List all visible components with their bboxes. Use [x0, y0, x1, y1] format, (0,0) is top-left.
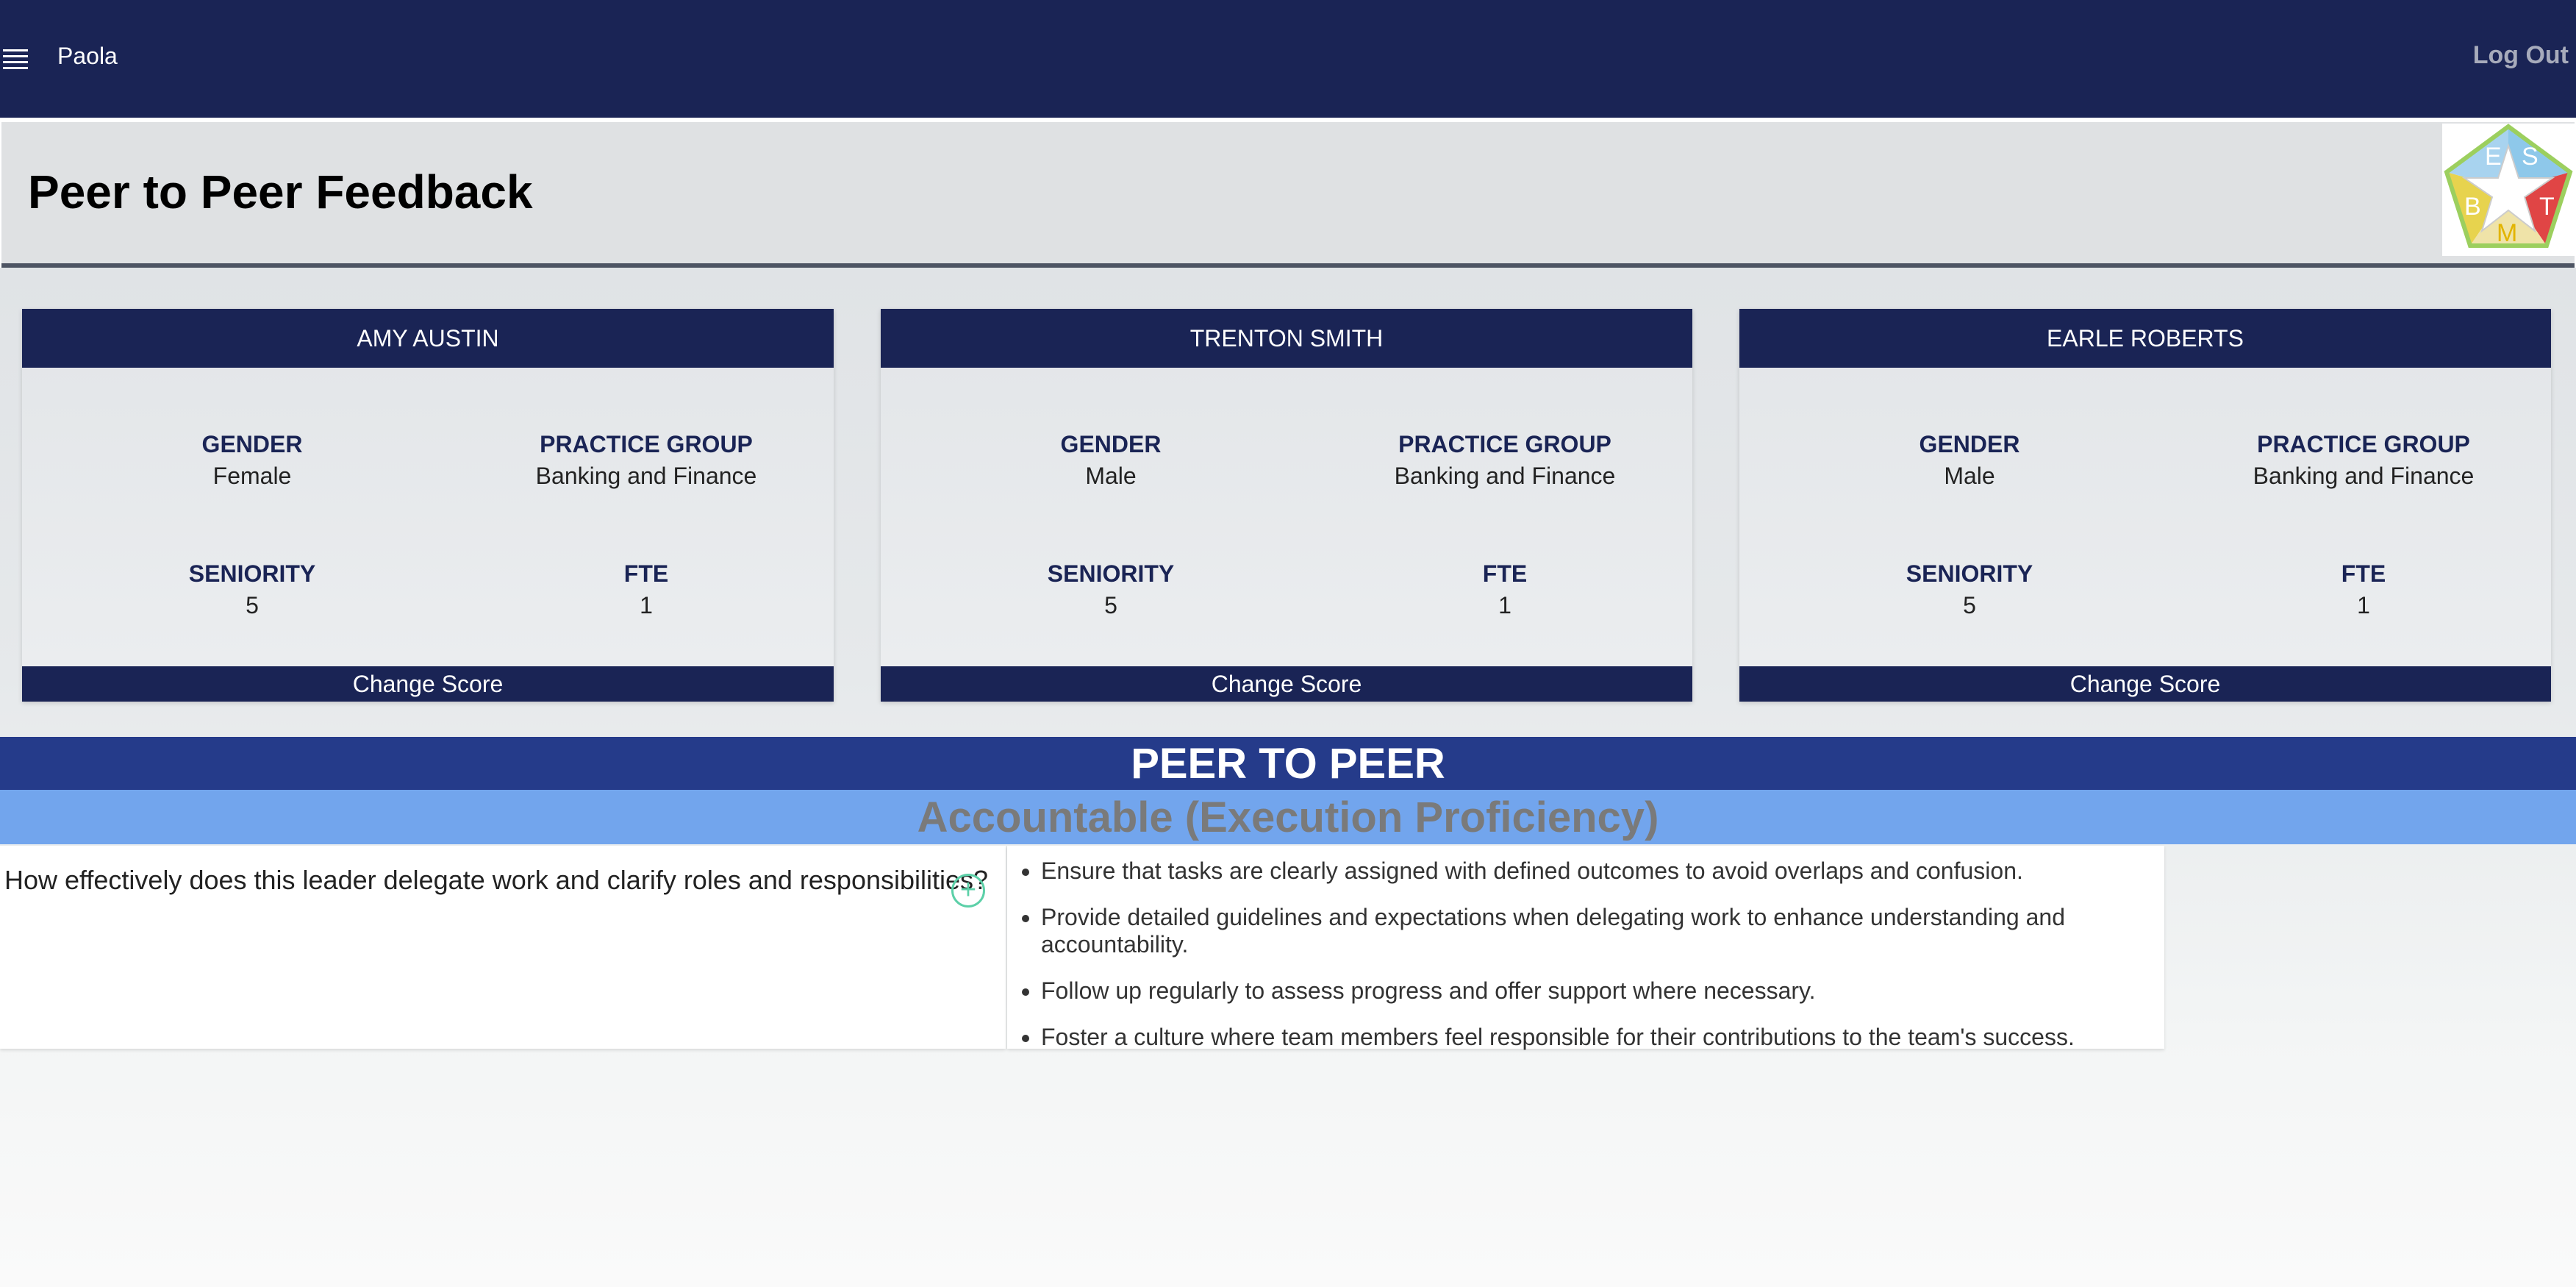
practice-group-value: Banking and Finance — [1394, 463, 1616, 489]
gender-value: Male — [1085, 463, 1137, 489]
guidance-item: Provide detailed guidelines and expectat… — [1041, 904, 2164, 958]
app-logo: E S B T M — [2442, 124, 2575, 256]
gender-label: GENDER — [1060, 431, 1162, 457]
page-header: Peer to Peer Feedback E S B T M — [1, 122, 2575, 268]
gender-label: GENDER — [201, 431, 303, 457]
practice-group-field: PRACTICE GROUP Banking and Finance — [499, 431, 793, 490]
person-card: TRENTON SMITH GENDER Male PRACTICE GROUP… — [881, 309, 1692, 702]
username-label: Paola — [57, 43, 118, 69]
person-name: TRENTON SMITH — [881, 309, 1692, 368]
svg-text:B: B — [2464, 193, 2481, 221]
plus-circle-icon[interactable]: + — [951, 874, 985, 908]
practice-group-value: Banking and Finance — [535, 463, 757, 489]
change-score-button[interactable]: Change Score — [1739, 666, 2551, 702]
guidance-card: Ensure that tasks are clearly assigned w… — [1007, 846, 2164, 1051]
category-title: Accountable (Execution Proficiency) — [0, 790, 2576, 844]
seniority-field: SENIORITY 5 — [964, 560, 1258, 619]
practice-group-label: PRACTICE GROUP — [2257, 431, 2470, 457]
fte-value: 1 — [1498, 592, 1511, 618]
fte-field: FTE 1 — [499, 560, 793, 619]
fte-field: FTE 1 — [1358, 560, 1652, 619]
seniority-value: 5 — [1104, 592, 1117, 618]
practice-group-label: PRACTICE GROUP — [540, 431, 753, 457]
svg-text:M: M — [2497, 219, 2517, 247]
fte-value: 1 — [640, 592, 653, 618]
guidance-item: Follow up regularly to assess progress a… — [1041, 977, 2164, 1005]
person-card: EARLE ROBERTS GENDER Male PRACTICE GROUP… — [1739, 309, 2551, 702]
gender-field: GENDER Male — [964, 431, 1258, 490]
question-card: How effectively does this leader delegat… — [0, 846, 1006, 1049]
fte-field: FTE 1 — [2217, 560, 2511, 619]
svg-text:T: T — [2539, 193, 2555, 221]
change-score-button[interactable]: Change Score — [881, 666, 1692, 702]
person-name: AMY AUSTIN — [22, 309, 834, 368]
hamburger-menu-icon[interactable] — [3, 46, 28, 71]
change-score-button[interactable]: Change Score — [22, 666, 834, 702]
logout-button[interactable]: Log Out — [2473, 41, 2569, 70]
seniority-label: SENIORITY — [188, 560, 316, 587]
practice-group-value: Banking and Finance — [2253, 463, 2475, 489]
guidance-list: Ensure that tasks are clearly assigned w… — [1007, 846, 2164, 1051]
top-navbar: Paola Log Out — [0, 0, 2576, 118]
gender-label: GENDER — [1919, 431, 2020, 457]
guidance-item: Foster a culture where team members feel… — [1041, 1024, 2164, 1051]
seniority-field: SENIORITY 5 — [105, 560, 399, 619]
svg-text:E: E — [2485, 143, 2502, 171]
seniority-label: SENIORITY — [1047, 560, 1175, 587]
person-card: AMY AUSTIN GENDER Female PRACTICE GROUP … — [22, 309, 834, 702]
gender-value: Female — [212, 463, 292, 489]
gender-value: Male — [1944, 463, 1995, 489]
fte-value: 1 — [2357, 592, 2370, 618]
gender-field: GENDER Male — [1822, 431, 2117, 490]
svg-text:S: S — [2522, 143, 2539, 171]
star-logo-icon: E S B T M — [2444, 124, 2573, 248]
page-title: Peer to Peer Feedback — [28, 165, 533, 218]
seniority-field: SENIORITY 5 — [1822, 560, 2117, 619]
practice-group-field: PRACTICE GROUP Banking and Finance — [1358, 431, 1652, 490]
practice-group-label: PRACTICE GROUP — [1398, 431, 1611, 457]
seniority-value: 5 — [246, 592, 259, 618]
seniority-label: SENIORITY — [1906, 560, 2033, 587]
practice-group-field: PRACTICE GROUP Banking and Finance — [2217, 431, 2511, 490]
fte-label: FTE — [623, 560, 669, 587]
seniority-value: 5 — [1963, 592, 1976, 618]
question-text: How effectively does this leader delegat… — [4, 865, 989, 895]
guidance-item: Ensure that tasks are clearly assigned w… — [1041, 858, 2164, 885]
gender-field: GENDER Female — [105, 431, 399, 490]
fte-label: FTE — [2341, 560, 2386, 587]
section-title: PEER TO PEER — [0, 737, 2576, 790]
person-name: EARLE ROBERTS — [1739, 309, 2551, 368]
fte-label: FTE — [1482, 560, 1528, 587]
